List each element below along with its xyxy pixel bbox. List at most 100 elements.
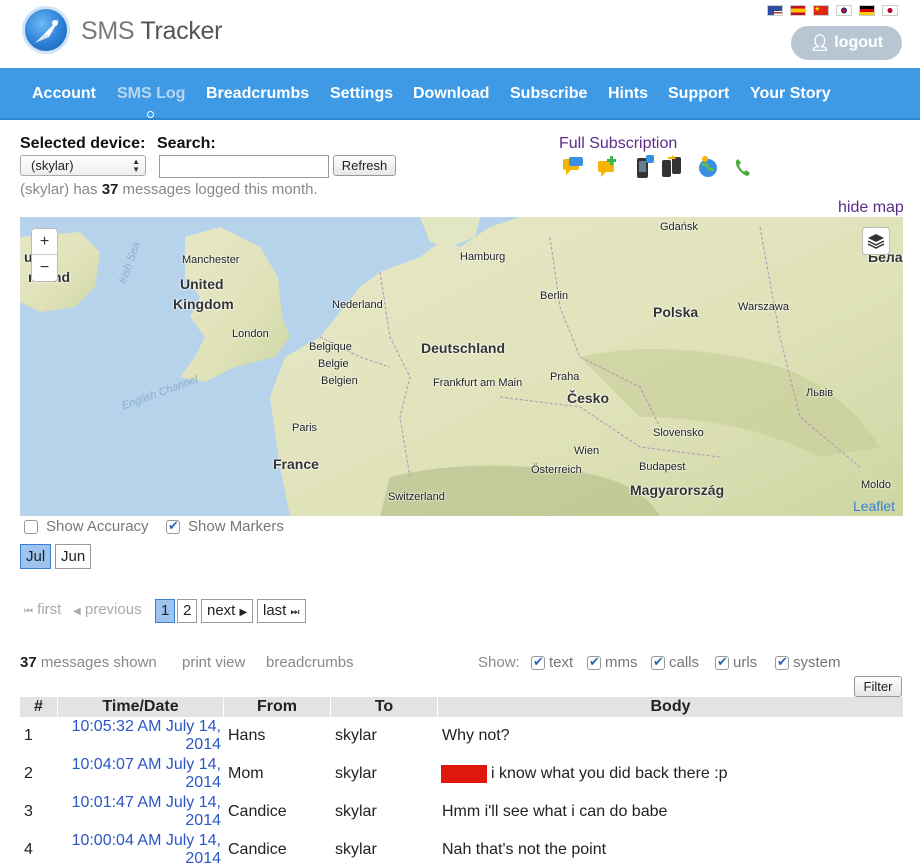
phone-icon[interactable] <box>634 155 656 179</box>
filter-button[interactable]: Filter <box>854 676 902 697</box>
filter-system-checkbox[interactable] <box>775 654 789 670</box>
map-label: Slovensko <box>653 427 704 439</box>
show-accuracy-checkbox[interactable] <box>24 520 38 534</box>
message-count: 37 <box>101 181 119 198</box>
show-markers-label: Show Markers <box>188 518 284 535</box>
breadcrumbs-link[interactable]: breadcrumbs <box>266 654 354 671</box>
row-body: Hmm i'll see what i can do babe <box>442 803 668 820</box>
kr-flag-icon[interactable] <box>836 5 852 16</box>
row-time-text: 10:00:04 AM July 14, <box>71 832 221 849</box>
mms-icon[interactable] <box>597 155 619 179</box>
logo-icon[interactable] <box>22 6 70 54</box>
logo-text-light: SMS <box>81 17 135 45</box>
show-accuracy-label: Show Accuracy <box>46 518 149 535</box>
language-flags: ★ <box>767 5 898 16</box>
next-icon: ▶ <box>239 607 248 618</box>
nav-support[interactable]: Support <box>668 85 729 103</box>
row-body: Nah that's not the point <box>442 841 607 858</box>
nav-subscribe[interactable]: Subscribe <box>510 85 587 103</box>
column-header-number[interactable]: # <box>20 697 58 717</box>
hide-map-link[interactable]: hide map <box>838 199 904 217</box>
map-label: Moldo <box>861 479 891 491</box>
nav-sms-log[interactable]: SMS Log <box>117 85 185 103</box>
filter-system-label: system <box>793 654 841 671</box>
call-icon[interactable] <box>732 155 754 179</box>
globe-icon[interactable] <box>697 155 719 179</box>
redacted-block <box>441 765 487 783</box>
map-label: Praha <box>550 371 580 383</box>
show-markers-checkbox[interactable] <box>166 518 180 534</box>
cn-flag-icon[interactable]: ★ <box>813 5 829 16</box>
pager-last-button[interactable]: last ⏭ <box>257 599 306 623</box>
main-nav: Account SMS Log Breadcrumbs Settings Dow… <box>0 68 920 120</box>
nav-account[interactable]: Account <box>32 85 96 103</box>
jp-flag-icon[interactable] <box>882 5 898 16</box>
row-number: 3 <box>24 803 33 820</box>
row-number: 4 <box>24 841 33 858</box>
nav-hints[interactable]: Hints <box>608 85 648 103</box>
device-select[interactable]: (skylar) ▲ ▼ <box>20 155 146 176</box>
layers-button[interactable] <box>862 227 890 255</box>
row-number: 2 <box>24 765 33 782</box>
map-label: Frankfurt am Main <box>433 377 523 389</box>
nav-breadcrumbs[interactable]: Breadcrumbs <box>206 85 309 103</box>
user-icon: 👤︎ <box>809 35 831 52</box>
nav-settings[interactable]: Settings <box>330 85 393 103</box>
leaflet-attribution-link[interactable]: Leaflet <box>853 498 895 514</box>
zoom-in-button[interactable]: + <box>32 229 57 255</box>
column-header-body[interactable]: Body <box>438 697 903 717</box>
month-jun-button[interactable]: Jun <box>55 544 92 569</box>
layers-icon <box>867 234 885 249</box>
row-body: Why not? <box>442 727 510 744</box>
logo-text-bold: Tracker <box>140 17 223 45</box>
pager-next-button[interactable]: next ▶ <box>201 599 254 623</box>
phone-transfer-icon[interactable] <box>660 155 682 179</box>
messages-shown-count: 37 <box>20 654 37 671</box>
zoom-out-button[interactable]: − <box>32 255 57 281</box>
map-label: Wien <box>574 445 600 457</box>
filter-urls-checkbox[interactable] <box>715 654 729 670</box>
print-view-link[interactable]: print view <box>182 654 245 671</box>
us-flag-icon[interactable] <box>767 5 783 16</box>
search-input[interactable] <box>159 155 329 178</box>
column-header-from[interactable]: From <box>224 697 331 717</box>
map-label: Magyarország <box>630 482 725 498</box>
map-label: Gdańsk <box>660 221 698 233</box>
es-flag-icon[interactable] <box>790 5 806 16</box>
de-flag-icon[interactable] <box>859 5 875 16</box>
row-year-text: 2014 <box>185 774 221 791</box>
column-header-to[interactable]: To <box>331 697 438 717</box>
row-to: skylar <box>335 841 377 858</box>
page-2-button[interactable]: 2 <box>177 599 198 623</box>
row-to: skylar <box>335 765 377 782</box>
row-time[interactable]: 10:05:32 AM July 14, 2014 <box>71 718 221 754</box>
map-label: Belgique <box>309 341 352 353</box>
logo-text[interactable]: SMS Tracker <box>81 17 222 46</box>
row-time[interactable]: 10:04:07 AM July 14, 2014 <box>71 756 221 792</box>
filter-calls-checkbox[interactable] <box>651 654 665 670</box>
filter-mms-checkbox[interactable] <box>587 654 601 670</box>
month-jul-button[interactable]: Jul <box>20 544 52 569</box>
column-header-time[interactable]: Time/Date <box>58 697 224 717</box>
row-year-text: 2014 <box>185 812 221 829</box>
map-label: Belgien <box>321 375 358 387</box>
messages-shown: 37 messages shown <box>20 654 157 671</box>
filter-text-checkbox[interactable] <box>531 654 545 670</box>
row-time[interactable]: 10:01:47 AM July 14, 2014 <box>71 794 221 830</box>
logout-label: logout <box>834 34 884 51</box>
map[interactable]: ublic reland Manchester United Kingdom L… <box>20 217 903 516</box>
row-body-text: i know what you did back there :p <box>491 765 728 783</box>
row-body: i know what you did back there :p <box>441 765 728 783</box>
refresh-button[interactable]: Refresh <box>333 155 396 176</box>
sms-icon[interactable] <box>562 155 584 179</box>
pager-first-label: first <box>37 601 62 618</box>
nav-download[interactable]: Download <box>413 85 489 103</box>
row-time[interactable]: 10:00:04 AM July 14, 2014 <box>71 832 221 868</box>
map-label: Warszawa <box>738 301 789 313</box>
message-count-suffix: messages logged this month. <box>122 181 318 198</box>
logout-button[interactable]: 👤︎ logout <box>791 26 902 60</box>
full-subscription-link[interactable]: Full Subscription <box>559 135 677 153</box>
filter-urls-label: urls <box>733 654 758 671</box>
page-1-button[interactable]: 1 <box>155 599 176 623</box>
nav-your-story[interactable]: Your Story <box>750 85 831 103</box>
